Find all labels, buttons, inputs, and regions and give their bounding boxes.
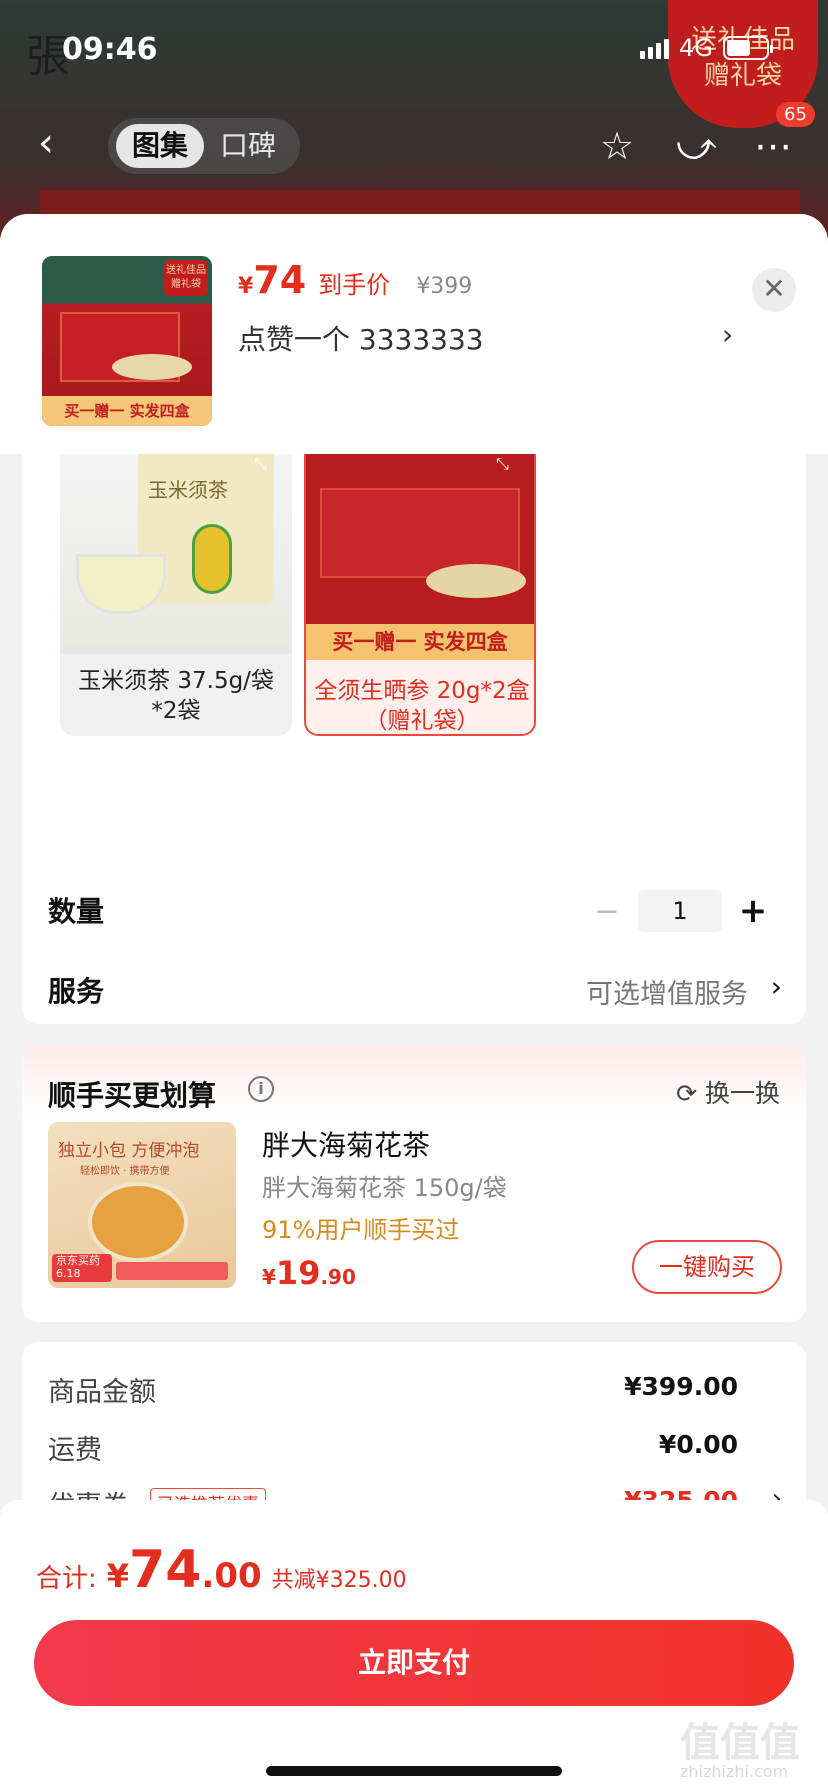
final-price: ¥ 74 到手价 ¥399: [238, 258, 472, 302]
addon-price-int: 19: [275, 1254, 321, 1292]
zoom-icon[interactable]: ⤡: [496, 454, 526, 473]
bag-label: 玉米须茶: [148, 478, 228, 502]
refresh-label: 换一换: [704, 1079, 780, 1108]
addon-image-subline: 轻松即饮 · 携带方便: [80, 1166, 170, 1177]
ginseng-gift-image: [306, 454, 534, 624]
quantity-stepper: − 1 +: [582, 890, 778, 932]
ginseng-image: [426, 564, 526, 598]
nav-tabs: 图集 口碑: [108, 118, 301, 174]
thumbnail-gift-badge: 送礼佳品 赠礼袋: [164, 260, 208, 296]
tab-gallery[interactable]: 图集: [116, 124, 205, 168]
service-value: 可选增值服务: [586, 979, 748, 1010]
price-label: 到手价: [318, 271, 391, 299]
plus-button[interactable]: +: [728, 891, 778, 931]
refresh-icon: ⟳: [676, 1079, 705, 1108]
zoom-icon[interactable]: ⤡: [254, 454, 284, 473]
total-price: 合计: ¥ 74 .00 共减¥325.00: [36, 1540, 407, 1600]
tab-reviews[interactable]: 口碑: [204, 124, 292, 168]
top-nav: ‹ 图集 口碑 ☆ ⤻ ⋯ 65: [0, 102, 828, 180]
price-value: 74: [253, 258, 307, 302]
message-count-badge: 65: [776, 102, 815, 127]
battery-icon: [722, 36, 773, 60]
refresh-button[interactable]: ⟳ 换一换: [676, 1074, 780, 1110]
original-price: ¥399: [416, 274, 473, 299]
quantity-row: 数量 − 1 +: [48, 880, 788, 940]
status-bar: 09:46 4G: [0, 0, 828, 96]
addon-product-image[interactable]: 独立小包 方便冲泡 轻松即饮 · 携带方便 京东买药 6.18: [48, 1122, 236, 1288]
option-corn-silk-tea[interactable]: 玉米须茶 ⤡ 玉米须茶 37.5g/袋*2袋: [60, 454, 292, 736]
quantity-input[interactable]: 1: [638, 890, 722, 932]
addon-price-dec: .90: [320, 1265, 356, 1289]
total-currency: ¥: [106, 1557, 130, 1595]
watermark-logo: 值值值: [680, 1720, 800, 1766]
addon-card: 顺手买更划算 i ⟳ 换一换 独立小包 方便冲泡 轻松即饮 · 携带方便 京东买…: [22, 1044, 806, 1322]
addon-title: 顺手买更划算: [48, 1079, 217, 1112]
option-promo-ribbon: 买一赠一 实发四盒: [306, 624, 534, 660]
goods-amount-row: 商品金额 ¥399.00: [48, 1366, 788, 1410]
one-click-buy-button[interactable]: 一键购买: [632, 1240, 782, 1294]
back-icon[interactable]: ‹: [38, 120, 78, 170]
status-time: 09:46: [62, 32, 158, 67]
total-dec: .00: [201, 1556, 262, 1596]
chevron-right-icon[interactable]: ›: [722, 318, 733, 351]
minus-button[interactable]: −: [582, 894, 632, 929]
network-type: 4G: [679, 34, 713, 62]
share-icon[interactable]: ⤻: [676, 124, 717, 169]
home-indicator: [266, 1766, 562, 1776]
addon-product-desc: 胖大海菊花茶 150g/袋: [262, 1174, 507, 1202]
total-saved: 共减¥325.00: [271, 1568, 407, 1593]
selected-spec[interactable]: 点赞一个 3333333: [238, 318, 484, 358]
ginseng-image: [112, 354, 192, 380]
goods-amount-label: 商品金额: [48, 1377, 156, 1408]
option-name: 玉米须茶 37.5g/袋*2袋: [78, 668, 274, 724]
price-currency: ¥: [238, 274, 254, 299]
addon-buy-rate: 91%用户顺手买过: [262, 1216, 460, 1244]
addon-product-name[interactable]: 胖大海菊花茶: [262, 1124, 430, 1164]
pay-now-button[interactable]: 立即支付: [34, 1620, 794, 1706]
goods-amount-value: ¥399.00: [624, 1372, 738, 1401]
quantity-label: 数量: [48, 895, 105, 928]
addon-price-currency: ¥: [262, 1265, 276, 1289]
tea-cup-image: [76, 554, 166, 614]
addon-image-headline: 独立小包 方便冲泡: [58, 1141, 200, 1161]
signal-icon: [640, 37, 669, 59]
corn-icon: [192, 524, 232, 594]
shipping-row: 运费 ¥0.00: [48, 1424, 788, 1468]
jd-pharmacy-badge: 京东买药 6.18: [52, 1254, 112, 1282]
service-row[interactable]: 服务 可选增值服务 ›: [48, 960, 788, 1020]
purchase-sheet: 送礼佳品 赠礼袋 买一赠一 实发四盒 ¥ 74 到手价 ¥399 点赞一个 33…: [0, 214, 828, 1792]
thumbnail-promo-tag: 买一赠一 实发四盒: [42, 396, 212, 426]
service-label: 服务: [48, 975, 105, 1008]
tea-cup-image: [88, 1182, 188, 1262]
shipping-value: ¥0.00: [658, 1430, 738, 1459]
product-thumbnail[interactable]: 送礼佳品 赠礼袋 买一赠一 实发四盒: [42, 256, 212, 426]
close-icon[interactable]: ✕: [752, 268, 796, 312]
more-icon[interactable]: ⋯: [754, 124, 792, 168]
star-icon[interactable]: ☆: [600, 124, 634, 168]
corn-silk-tea-image: 玉米须茶: [60, 454, 292, 654]
shipping-label: 运费: [48, 1435, 102, 1466]
sheet-header: 送礼佳品 赠礼袋 买一赠一 实发四盒 ¥ 74 到手价 ¥399 点赞一个 33…: [0, 214, 828, 454]
addon-price: ¥19.90: [262, 1254, 356, 1292]
spec-card: 玉米须茶 ⤡ 玉米须茶 37.5g/袋*2袋 ⤡ 买一赠一 实发四盒 全须生晒参…: [22, 454, 806, 1024]
total-label: 合计:: [36, 1564, 97, 1594]
total-int: 74: [129, 1540, 202, 1600]
option-ginseng-selected[interactable]: ⤡ 买一赠一 实发四盒 全须生晒参 20g*2盒（赠礼袋）: [304, 454, 536, 736]
info-icon[interactable]: i: [248, 1076, 274, 1102]
watermark-url: zhizhizhi.com: [680, 1762, 789, 1781]
chevron-right-icon: ›: [770, 970, 782, 1003]
option-name: 全须生晒参 20g*2盒（赠礼袋）: [314, 678, 530, 734]
promo-stripe: [116, 1262, 228, 1280]
status-icons: 4G: [640, 34, 773, 62]
